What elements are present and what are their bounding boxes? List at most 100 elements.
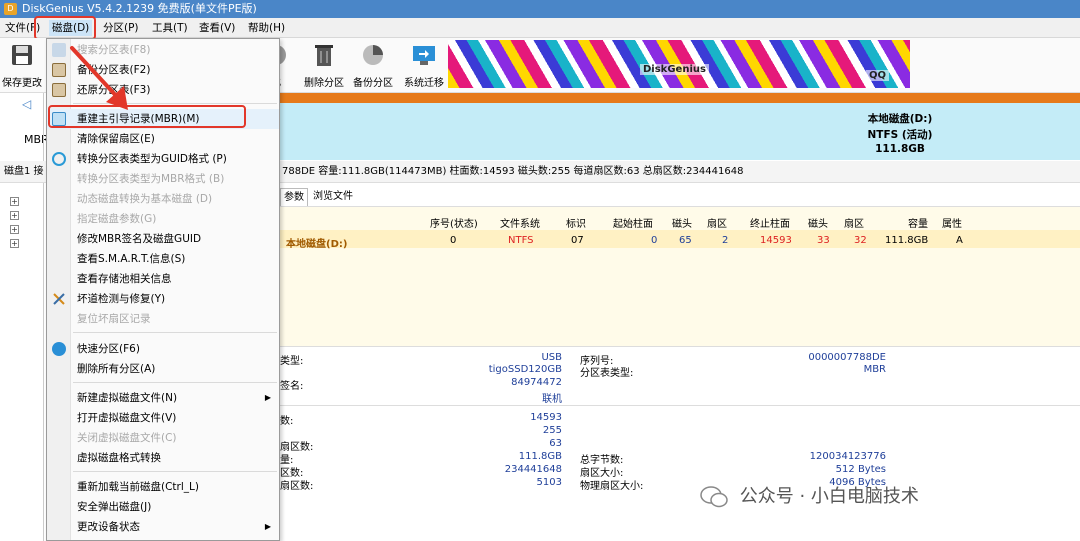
menu-help[interactable]: 帮助(H) xyxy=(245,20,288,36)
watermark-text: 公众号 · 小白电脑技术 xyxy=(739,486,919,507)
detail-value: 63 xyxy=(549,438,562,449)
detail-value: 234441648 xyxy=(504,464,562,475)
menu-separator xyxy=(73,382,277,383)
col-header: 终止柱面 xyxy=(750,219,790,230)
window-title: DiskGenius V5.4.2.1239 免费版(单文件PE版) xyxy=(22,2,257,15)
menu-convert-to-guid[interactable]: 转换分区表类型为GUID格式 (P) xyxy=(47,149,279,169)
detail-value: MBR xyxy=(863,364,886,375)
detail-label: 扇区数: xyxy=(280,481,314,492)
app-icon: D xyxy=(4,3,17,15)
col-header: 序号(状态) xyxy=(430,219,478,230)
convert-icon xyxy=(52,152,66,166)
detail-value: 111.8GB xyxy=(518,451,562,462)
tab-browse-files[interactable]: 浏览文件 xyxy=(310,188,356,206)
menu-disk-highlight xyxy=(34,16,96,40)
disk-label: 磁盘1 接 xyxy=(4,166,44,177)
menu-view[interactable]: 查看(V) xyxy=(196,20,238,36)
menu-separator xyxy=(73,471,277,472)
migrate-icon xyxy=(413,46,435,65)
disk-details: 类型: USB tigoSSD120GB 签名: 84974472 联机 序列号… xyxy=(280,346,1080,541)
submenu-arrow-icon: ▶ xyxy=(264,522,271,531)
menu-eject-disk[interactable]: 安全弹出磁盘(J) xyxy=(47,497,279,517)
detail-divider xyxy=(280,405,1080,406)
detail-value: 0000007788DE xyxy=(808,352,886,363)
detail-value: 120034123776 xyxy=(809,451,886,462)
search-table-icon xyxy=(52,43,66,57)
detail-label: 物理扇区大小: xyxy=(580,481,644,492)
menu-virtual-disk-convert[interactable]: 虚拟磁盘格式转换 xyxy=(47,448,279,468)
cell-name: 本地磁盘(D:) xyxy=(286,239,348,250)
backup-table-icon xyxy=(52,63,66,77)
col-header: 扇区 xyxy=(844,219,864,230)
ad-banner-text: DiskGenius xyxy=(640,64,709,75)
detail-value: 联机 xyxy=(542,394,562,405)
menu-smart-info[interactable]: 查看S.M.A.R.T.信息(S) xyxy=(47,249,279,269)
menu-open-virtual-disk[interactable]: 打开虚拟磁盘文件(V) xyxy=(47,408,279,428)
detail-value: tigoSSD120GB xyxy=(488,364,562,375)
cell: A xyxy=(956,235,963,246)
detail-label: 签名: xyxy=(280,381,304,392)
cell: 111.8GB xyxy=(885,235,929,246)
col-header: 磁头 xyxy=(808,219,828,230)
col-header: 容量 xyxy=(908,219,928,230)
system-migration-button[interactable]: 系统迁移 xyxy=(394,40,454,89)
wechat-icon xyxy=(700,486,728,508)
tree-expand-icon[interactable]: + xyxy=(10,225,19,234)
menu-clear-reserved-sectors[interactable]: 清除保留扇区(E) xyxy=(47,129,279,149)
detail-value: USB xyxy=(541,352,562,363)
tree-expand-icon[interactable]: + xyxy=(10,239,19,248)
col-header: 磁头 xyxy=(672,219,692,230)
cell: 14593 xyxy=(760,235,792,246)
backup-icon xyxy=(363,45,383,65)
submenu-arrow-icon: ▶ xyxy=(264,393,271,402)
annotation-arrow-icon xyxy=(70,46,128,110)
detail-value: 512 Bytes xyxy=(835,464,886,475)
watermark: 公众号 · 小白电脑技术 xyxy=(700,482,919,512)
col-header: 扇区 xyxy=(707,219,727,230)
menu-bad-sector-repair[interactable]: 坏道检测与修复(Y) xyxy=(47,289,279,309)
cell: NTFS xyxy=(508,235,534,246)
menu-delete-all-partitions[interactable]: 删除所有分区(A) xyxy=(47,359,279,379)
cell: 0 xyxy=(651,235,658,246)
menu-bar: 文件(F) 磁盘(D) 分区(P) 工具(T) 查看(V) 帮助(H) xyxy=(0,18,1080,38)
partition-size: 111.8GB xyxy=(875,143,925,155)
menu-convert-to-mbr[interactable]: 转换分区表类型为MBR格式 (B) xyxy=(47,169,279,189)
partition-table: 序号(状态) 文件系统 标识 起始柱面 磁头 扇区 终止柱面 磁头 扇区 容量 … xyxy=(280,206,1080,346)
tab-parameters[interactable]: 参数 xyxy=(280,188,308,206)
cell: 07 xyxy=(571,235,584,246)
menu-dynamic-to-basic[interactable]: 动态磁盘转换为基本磁盘 (D) xyxy=(47,189,279,209)
menu-partition[interactable]: 分区(P) xyxy=(100,20,142,36)
menu-reset-bad-sectors[interactable]: 复位坏扇区记录 xyxy=(47,309,279,329)
disk-partition-bar[interactable]: 本地磁盘(D:) NTFS (活动) 111.8GB xyxy=(280,93,1080,160)
menu-reload-disk[interactable]: 重新加载当前磁盘(Ctrl_L) xyxy=(47,477,279,497)
menu-new-virtual-disk[interactable]: 新建虚拟磁盘文件(N) ▶ xyxy=(47,388,279,408)
tree-expand-icon[interactable]: + xyxy=(10,197,19,206)
title-bar: D DiskGenius V5.4.2.1239 免费版(单文件PE版) xyxy=(0,0,1080,18)
detail-label: 类型: xyxy=(280,356,304,367)
menu-storage-pool-info[interactable]: 查看存储池相关信息 xyxy=(47,269,279,289)
menu-tools[interactable]: 工具(T) xyxy=(149,20,191,36)
cell: 0 xyxy=(450,235,457,246)
col-header: 起始柱面 xyxy=(613,219,653,230)
save-changes-button[interactable]: 保存更改 xyxy=(0,40,50,89)
menu-change-device-state[interactable]: 更改设备状态 ▶ xyxy=(47,517,279,537)
detail-label: 分区表类型: xyxy=(580,368,634,379)
save-icon xyxy=(12,45,32,65)
detail-value: 255 xyxy=(542,425,562,436)
menu-specify-disk-params[interactable]: 指定磁盘参数(G) xyxy=(47,209,279,229)
col-header: 属性 xyxy=(942,219,962,230)
menu-close-virtual-disk[interactable]: 关闭虚拟磁盘文件(C) xyxy=(47,428,279,448)
tree-expand-icon[interactable]: + xyxy=(10,211,19,220)
quick-partition-icon xyxy=(52,342,66,356)
menu-modify-mbr-signature[interactable]: 修改MBR签名及磁盘GUID xyxy=(47,229,279,249)
detail-label: 数: xyxy=(280,416,294,427)
partition-name: 本地磁盘(D:) xyxy=(867,113,933,125)
cell: 33 xyxy=(817,235,830,246)
cell: 65 xyxy=(679,235,692,246)
repair-icon xyxy=(52,292,66,306)
disk-info-text: 788DE 容量:111.8GB(114473MB) 柱面数:14593 磁头数… xyxy=(282,166,744,177)
detail-value: 84974472 xyxy=(511,377,562,388)
cell: 2 xyxy=(722,235,729,246)
menu-quick-partition[interactable]: 快速分区(F6) xyxy=(47,339,279,359)
tab-bar: 参数 浏览文件 xyxy=(280,188,1080,206)
